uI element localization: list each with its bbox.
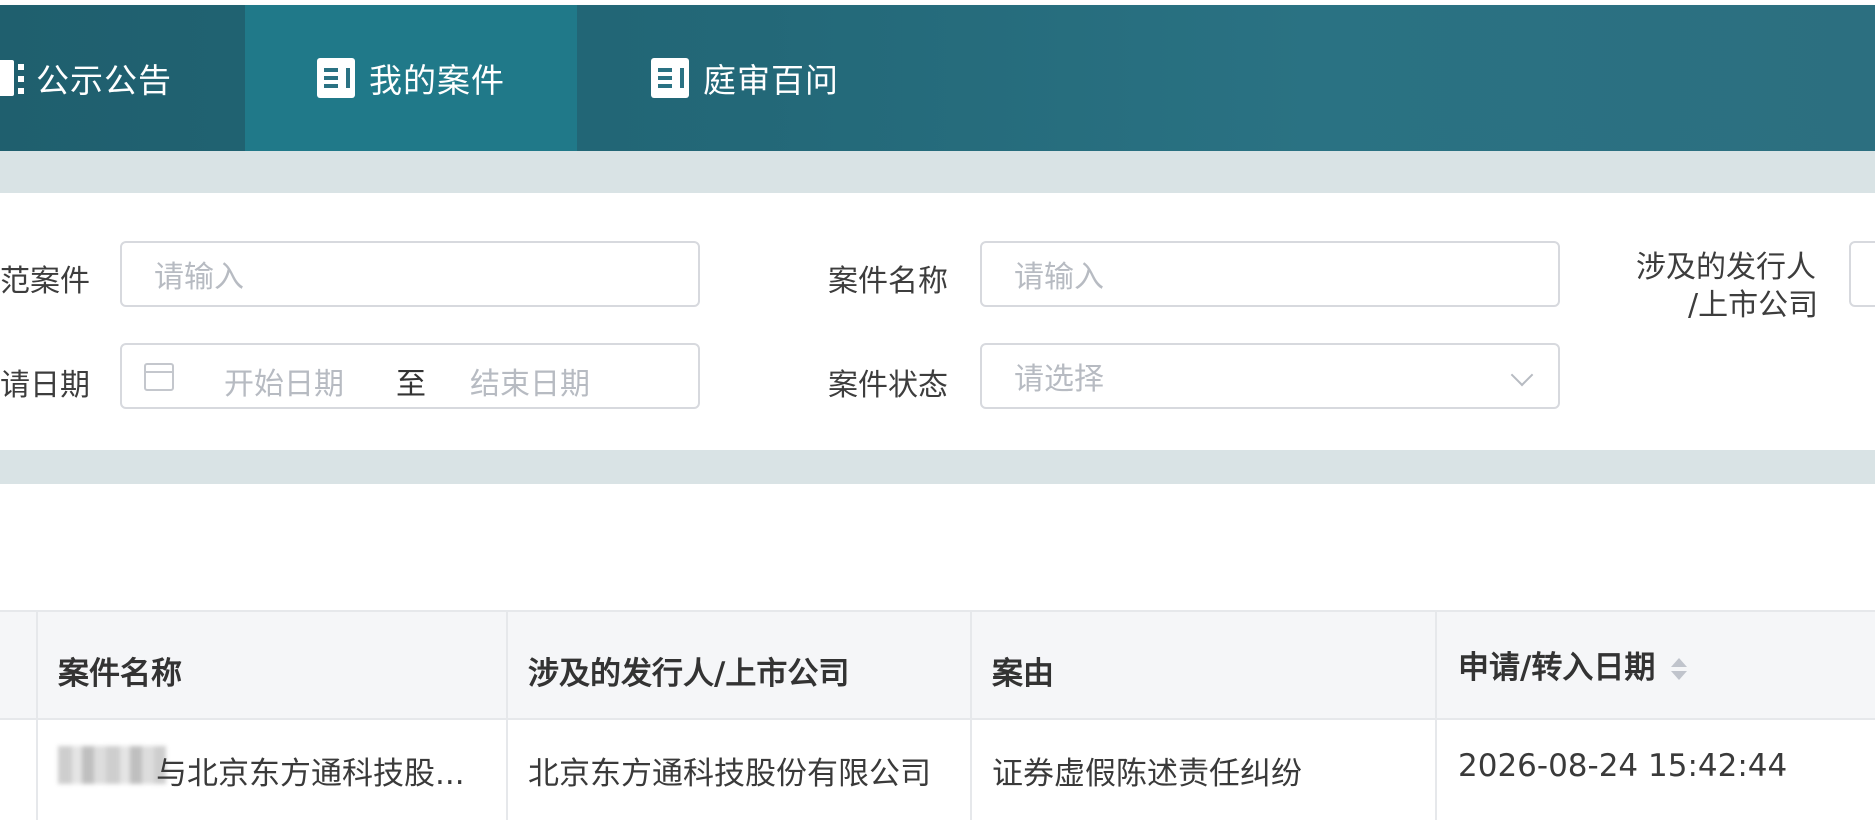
th-apply-date-label: 申请/转入日期	[1458, 650, 1656, 686]
issuer-input[interactable]	[1849, 241, 1875, 307]
case-name-label: 案件名称	[828, 264, 948, 299]
case-status-placeholder: 请选择	[1014, 362, 1104, 397]
date-range-picker[interactable]: 开始日期 至 结束日期	[120, 343, 700, 409]
column-divider	[970, 610, 972, 820]
demo-case-input[interactable]: 请输入	[120, 241, 700, 307]
tab-my-cases-label: 我的案件	[369, 61, 505, 100]
tab-announcements[interactable]: 公示公告	[0, 5, 240, 151]
td-issuer: 北京东方通科技股份有限公司	[528, 756, 931, 792]
td-case-name[interactable]: 与北京东方通科技股...	[156, 748, 465, 793]
td-apply-date: 2026-08-24 15:42:44	[1458, 748, 1788, 784]
tab-announcements-label: 公示公告	[36, 61, 172, 100]
column-divider	[1435, 610, 1437, 820]
th-apply-date[interactable]: 申请/转入日期	[1458, 642, 1689, 687]
chevron-down-icon	[1510, 363, 1534, 387]
column-divider	[36, 610, 38, 820]
filter-separator	[0, 450, 1875, 484]
document-icon	[317, 58, 355, 98]
demo-case-label: 范案件	[0, 264, 90, 299]
tab-my-cases[interactable]: 我的案件	[245, 5, 577, 151]
date-range-separator: 至	[396, 367, 426, 402]
start-date-input[interactable]: 开始日期	[224, 359, 344, 403]
issuer-label-line2: /上市公司	[1688, 288, 1819, 323]
nav-separator	[0, 151, 1875, 193]
top-nav-bar: 公示公告 我的案件 庭审百问	[0, 5, 1875, 151]
case-name-placeholder: 请输入	[1014, 260, 1104, 295]
th-case-name: 案件名称	[58, 656, 182, 692]
document-icon	[651, 58, 689, 98]
apply-date-label: 请日期	[0, 368, 90, 403]
calendar-icon	[144, 363, 174, 391]
tab-trial-faq-label: 庭审百问	[703, 61, 839, 100]
case-status-select[interactable]: 请选择	[980, 343, 1560, 409]
tab-trial-faq[interactable]: 庭审百问	[651, 5, 891, 151]
demo-case-placeholder: 请输入	[154, 260, 244, 295]
th-cause: 案由	[992, 656, 1054, 692]
th-issuer: 涉及的发行人/上市公司	[528, 656, 850, 692]
column-divider	[506, 610, 508, 820]
case-name-input[interactable]: 请输入	[980, 241, 1560, 307]
case-status-label: 案件状态	[828, 368, 948, 403]
redacted-text	[58, 746, 166, 784]
td-cause: 证券虚假陈述责任纠纷	[992, 756, 1302, 792]
end-date-input[interactable]: 结束日期	[470, 359, 590, 403]
announcement-icon	[0, 58, 24, 98]
sort-icon[interactable]	[1669, 656, 1689, 684]
